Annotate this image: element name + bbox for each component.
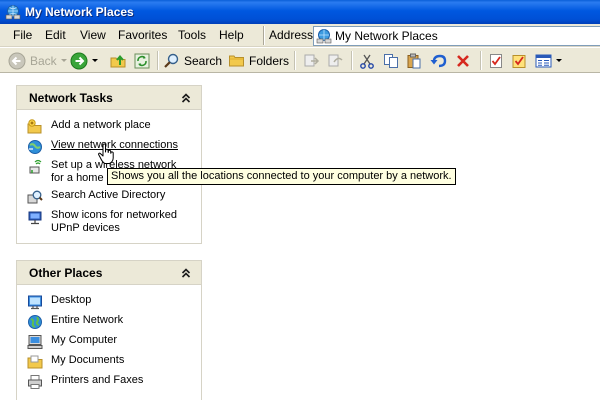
scissors-icon (360, 54, 374, 69)
place-label: Desktop (51, 294, 92, 306)
other-places-title: Other Places (29, 266, 103, 280)
properties-icon (490, 53, 502, 68)
collapse-chevron-icon[interactable] (180, 92, 192, 104)
network-connections-icon (28, 140, 42, 154)
task-show-upnp-devices[interactable]: Show icons for networked UPnP devices (27, 209, 177, 235)
copy-to-button[interactable] (326, 50, 344, 71)
folders-label: Folders (249, 53, 290, 68)
task-add-network-place[interactable]: Add a network place (27, 119, 151, 135)
forward-dropdown-icon[interactable] (92, 59, 98, 62)
place-label: Entire Network (51, 314, 124, 326)
copy-button[interactable] (383, 50, 399, 71)
toolbar-separator (351, 51, 353, 70)
folder-icon (27, 355, 43, 369)
window-title: My Network Places (25, 5, 134, 19)
history-icon (512, 54, 526, 68)
task-label: Search Active Directory (51, 189, 166, 201)
back-label: Back (30, 53, 57, 68)
sync-icon (134, 53, 150, 68)
tooltip: Shows you all the locations connected to… (107, 168, 456, 185)
other-places-pane: Other Places Desktop Entire Network My C… (16, 260, 202, 400)
place-my-computer[interactable]: My Computer (27, 334, 117, 350)
back-dropdown-icon[interactable] (60, 59, 67, 62)
menu-favorites[interactable]: Favorites (116, 24, 169, 47)
network-tasks-header[interactable]: Network Tasks (17, 86, 201, 110)
forward-button[interactable] (70, 50, 98, 71)
other-places-header[interactable]: Other Places (17, 261, 201, 285)
place-desktop[interactable]: Desktop (27, 294, 91, 310)
copy-icon (384, 53, 398, 68)
menu-file[interactable]: File (11, 24, 34, 47)
delete-button[interactable] (455, 50, 471, 71)
menu-help[interactable]: Help (217, 24, 246, 47)
menu-edit[interactable]: Edit (43, 24, 68, 47)
delete-icon (457, 54, 469, 67)
sync-button[interactable] (133, 50, 151, 71)
back-button[interactable]: Back (8, 50, 67, 71)
views-dropdown-icon[interactable] (556, 59, 562, 62)
printer-icon (28, 375, 42, 389)
up-folder-icon (110, 54, 126, 67)
collapse-chevron-icon[interactable] (180, 267, 192, 279)
address-bar[interactable]: My Network Places (313, 26, 600, 46)
place-entire-network[interactable]: Entire Network (27, 314, 123, 330)
move-to-icon (304, 54, 320, 66)
undo-icon (430, 54, 447, 67)
place-label: Printers and Faxes (51, 374, 144, 386)
folders-button[interactable]: Folders (228, 50, 289, 71)
forward-arrow-icon (70, 52, 88, 69)
up-folder-button[interactable] (109, 50, 127, 71)
properties-button[interactable] (488, 50, 504, 71)
network-places-icon (5, 5, 21, 20)
toolbar: Back Search Folders (0, 48, 600, 73)
undo-button[interactable] (430, 50, 448, 71)
toolbar-separator (480, 51, 482, 70)
back-arrow-icon (8, 52, 26, 69)
search-button[interactable]: Search (163, 50, 222, 71)
cut-button[interactable] (359, 50, 375, 71)
add-network-place-icon (27, 119, 42, 134)
folders-icon (229, 55, 244, 67)
globe-icon (28, 315, 42, 329)
title-bar[interactable]: My Network Places (0, 0, 600, 24)
menu-separator (263, 26, 265, 45)
network-tasks-title: Network Tasks (29, 91, 113, 105)
search-icon (164, 53, 179, 68)
hand-cursor-icon (98, 143, 114, 164)
network-places-icon (316, 29, 332, 44)
address-value: My Network Places (335, 29, 438, 43)
paste-button[interactable] (406, 50, 422, 71)
address-label: Address (269, 28, 314, 42)
copy-to-icon (328, 54, 343, 66)
task-search-active-directory[interactable]: Search Active Directory (27, 189, 165, 205)
computer-icon (27, 335, 43, 349)
upnp-devices-icon (28, 211, 42, 225)
search-label: Search (184, 53, 223, 68)
toolbar-separator (157, 51, 159, 70)
search-directory-icon (27, 190, 43, 204)
place-my-documents[interactable]: My Documents (27, 354, 124, 370)
menu-tools[interactable]: Tools (176, 24, 208, 47)
menu-view[interactable]: View (78, 24, 108, 47)
desktop-icon (28, 295, 42, 310)
place-label: My Documents (51, 354, 125, 366)
place-label: My Computer (51, 334, 118, 346)
wireless-network-icon (29, 159, 42, 174)
history-button[interactable] (511, 50, 527, 71)
toolbar-separator (294, 51, 296, 70)
paste-icon (407, 53, 421, 68)
menu-bar: File Edit View Favorites Tools Help Addr… (0, 24, 600, 47)
task-label: Add a network place (51, 119, 151, 131)
views-button[interactable] (535, 50, 562, 71)
move-to-button[interactable] (302, 50, 320, 71)
task-label: Show icons for networked UPnP devices (51, 209, 177, 234)
views-icon (535, 54, 552, 67)
place-printers-and-faxes[interactable]: Printers and Faxes (27, 374, 143, 390)
